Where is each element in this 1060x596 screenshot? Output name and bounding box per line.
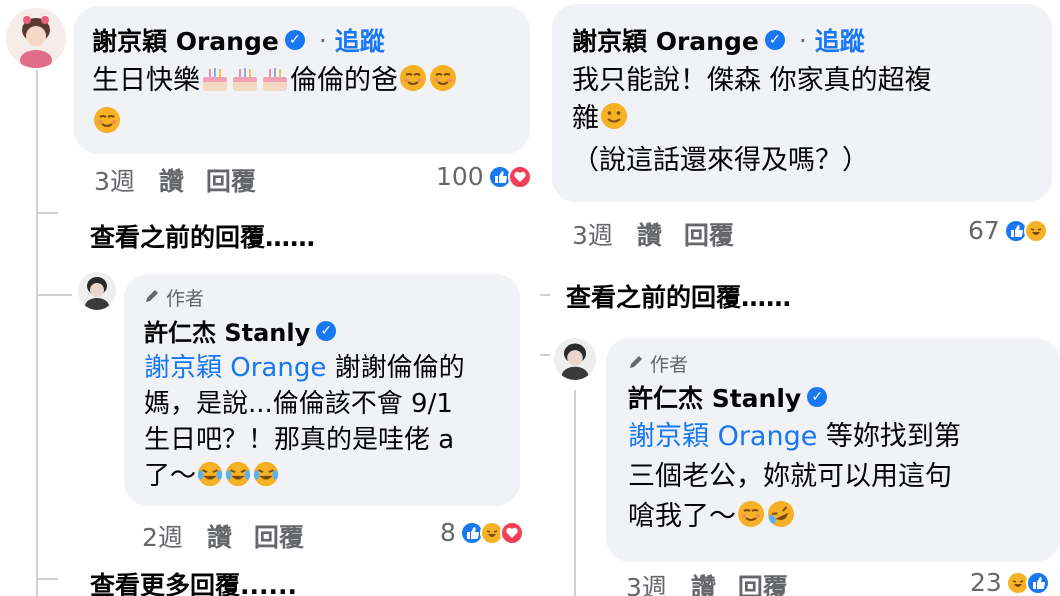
reply-text: 謝京穎 Orange 謝謝倫倫的 媽，是說...倫倫該不會 9/1 生日吧？！那… [144, 350, 500, 498]
reply-author-name[interactable]: 許仁杰 Stanly [144, 313, 310, 348]
reply-button[interactable]: 回覆 [206, 162, 256, 198]
reaction-count: 8 [440, 518, 456, 547]
tears-of-joy-icon [196, 460, 224, 498]
reaction-count: 67 [968, 216, 1000, 245]
comment-bubble: 謝京穎 Orange ✓ · 追蹤 生日快樂 倫倫的爸 [74, 6, 530, 154]
tears-of-joy-icon [224, 460, 252, 498]
separator-dot: · [798, 25, 807, 55]
relieved-face-icon [398, 63, 428, 104]
verified-badge-icon: ✓ [807, 387, 828, 407]
rolling-on-floor-laughing-icon [766, 499, 796, 541]
like-button[interactable]: 讚 [691, 568, 716, 596]
thread-branch [36, 578, 58, 580]
author-tag: 作者 [628, 350, 1038, 377]
reply-bubble: 作者 許仁杰 Stanly ✓ 謝京穎 Orange 等妳找到第 三個老公，妳就… [606, 338, 1060, 562]
view-more-replies-link[interactable]: 查看更多回覆...... [90, 566, 297, 596]
thread-branch [36, 294, 72, 296]
comment-bubble: 謝京穎 Orange ✓ · 追蹤 我只能說！傑森 你家真的超複 雜 （說這話還… [552, 4, 1052, 202]
reaction-summary[interactable]: 67 [968, 216, 1048, 245]
reply-actions: 3週 讚 回覆 [626, 568, 788, 596]
relieved-face-icon [428, 63, 458, 104]
reply-button[interactable]: 回覆 [254, 518, 304, 554]
like-button[interactable]: 讚 [159, 162, 184, 198]
reply-actions: 2週 讚 回覆 [142, 518, 304, 554]
avatar[interactable] [554, 338, 596, 380]
comment-text: 生日快樂 倫倫的爸 [92, 62, 512, 146]
thread-branch [540, 294, 550, 296]
view-previous-replies-link[interactable]: 查看之前的回覆…… [566, 278, 791, 314]
right-comment-thread: 謝京穎 Orange ✓ · 追蹤 我只能說！傑森 你家真的超複 雜 （說這話還… [540, 0, 1060, 596]
reply-bubble: 作者 許仁杰 Stanly ✓ 謝京穎 Orange 謝謝倫倫的 媽，是說...… [124, 274, 520, 506]
haha-reaction-icon [1023, 218, 1048, 243]
avatar[interactable] [6, 8, 66, 68]
verified-badge-icon: ✓ [764, 30, 785, 50]
reaction-summary[interactable]: 100 [436, 162, 532, 191]
separator-dot: · [318, 25, 327, 55]
author-tag: 作者 [144, 284, 500, 311]
reaction-count: 23 [970, 568, 1002, 596]
reply-button[interactable]: 回覆 [738, 568, 788, 596]
birthday-cake-icon [200, 65, 230, 104]
thread-branch [36, 212, 58, 214]
comment-actions: 3週 讚 回覆 [572, 216, 734, 252]
reply-button[interactable]: 回覆 [684, 216, 734, 252]
reply-author-name[interactable]: 許仁杰 Stanly [628, 379, 801, 415]
comment-author-name[interactable]: 謝京穎 Orange [572, 22, 759, 58]
reply-timestamp[interactable]: 2週 [142, 518, 183, 554]
reply-text: 謝京穎 Orange 等妳找到第 三個老公，妳就可以用這句 嗆我了～ [628, 417, 1038, 541]
like-button[interactable]: 讚 [637, 216, 662, 252]
love-reaction-icon [499, 520, 524, 545]
verified-badge-icon: ✓ [316, 320, 337, 341]
reaction-summary[interactable]: 23 [970, 568, 1050, 596]
verified-badge-icon: ✓ [284, 30, 305, 50]
relieved-face-icon [736, 499, 766, 541]
thread-line [36, 70, 38, 596]
comment-timestamp[interactable]: 3週 [94, 162, 135, 198]
comment-actions: 3週 讚 回覆 [94, 162, 256, 198]
mention-link[interactable]: 謝京穎 Orange [144, 353, 326, 383]
tears-of-joy-icon [252, 460, 280, 498]
comment-timestamp[interactable]: 3週 [572, 216, 613, 252]
mention-link[interactable]: 謝京穎 Orange [628, 421, 817, 452]
pencil-icon [144, 287, 160, 309]
follow-link[interactable]: 追蹤 [815, 22, 865, 58]
relieved-face-icon [92, 105, 122, 146]
avatar[interactable] [78, 272, 116, 310]
birthday-cake-icon [230, 65, 260, 104]
thread-line [574, 390, 576, 596]
comment-text: 我只能說！傑森 你家真的超複 雜 （說這話還來得及嗎？） [572, 65, 932, 176]
reply-timestamp[interactable]: 3週 [626, 568, 667, 596]
pencil-icon [628, 353, 644, 375]
view-previous-replies-link[interactable]: 查看之前的回覆…… [90, 218, 315, 254]
comment-author-name[interactable]: 謝京穎 Orange [92, 22, 279, 58]
love-reaction-icon [507, 164, 532, 189]
thread-branch [540, 354, 550, 356]
reaction-count: 100 [436, 162, 484, 191]
left-comment-thread: 謝京穎 Orange ✓ · 追蹤 生日快樂 倫倫的爸 3週 讚 回覆 100 查… [0, 0, 540, 596]
like-button[interactable]: 讚 [207, 518, 232, 554]
follow-link[interactable]: 追蹤 [335, 22, 385, 58]
like-reaction-icon [1025, 570, 1050, 595]
slightly-smiling-face-icon [599, 101, 629, 142]
reaction-summary[interactable]: 8 [440, 518, 524, 547]
birthday-cake-icon [260, 65, 290, 104]
